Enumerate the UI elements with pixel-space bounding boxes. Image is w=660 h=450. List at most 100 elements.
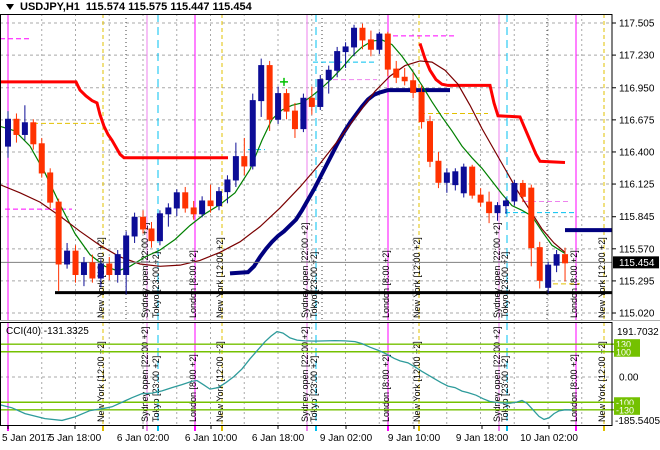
session-label: London [8:00 +2] [569,354,579,422]
candle-down [520,180,525,202]
candle-down [478,188,483,207]
candle-down [368,31,373,57]
session-label: Tokyo [23:00 +2] [309,356,319,422]
candle-down [39,138,44,178]
price-axis-label: 116.125 [619,180,655,191]
session-label: Sydney open [22:00 +2] [140,327,150,422]
session-lines-layer: New York [12:00 +2] New York [12:00 +2] Sy… [8,14,607,431]
trading-chart-window: USDJPY,H1 115.574 115.575 115.447 115.45… [0,0,660,450]
candle-up [166,203,171,226]
candle-up [157,210,162,245]
candle-up [512,180,517,206]
candle-up [124,231,129,294]
candle-down [309,87,314,115]
session-label: Tokyo [23:00 +2] [151,356,161,422]
candle-up [233,143,238,187]
candle-down [48,168,53,208]
cci-line [0,332,572,421]
cci-level-badge-text: 100 [616,347,631,357]
session-label: Tokyo [23:00 +2] [500,356,510,422]
candle-up [276,87,281,124]
time-axis-label: 9 Jan 02:00 [320,433,373,444]
candle-up [377,32,382,54]
candle-down [470,165,475,199]
candle-down [242,138,247,175]
candle-up [132,213,137,243]
candle-down [529,185,534,267]
candle-up [301,94,306,133]
time-axis-label: 5 Jan 18:00 [49,433,102,444]
candle-up [81,257,86,286]
candle-up [352,25,357,57]
time-axis-label: 6 Jan 02:00 [117,433,170,444]
cci-indicator-label: CCI(40) -131.3325 [6,326,89,337]
candle-down [292,103,297,138]
candle-down [183,187,188,213]
candle-up [174,189,179,216]
symbol-period-label: USDJPY,H1 [20,1,80,13]
candle-down [394,61,399,83]
candle-down [284,89,289,119]
candle-up [65,243,70,269]
time-axis-label: 9 Jan 18:00 [456,433,509,444]
price-axis-label: 117.230 [619,51,655,62]
price-axis-label: 115.020 [619,308,655,319]
candle-down [107,257,112,280]
session-label: New York [12:00 +2] [412,237,422,318]
candle-down [31,119,36,149]
ohlc-quotes-label: 115.574 115.575 115.447 115.454 [86,1,252,13]
candle-down [411,73,416,99]
session-label: New York [12:00 +2] [597,237,607,318]
candle-up [326,66,331,94]
chart-title-bar: USDJPY,H1 115.574 115.575 115.447 115.45… [0,0,660,14]
session-label: London [8:00 +2] [381,354,391,422]
candle-up [22,105,27,140]
time-axis-label: 5 Jan 2017 [2,433,52,444]
candle-down [402,68,407,86]
candle-up [6,111,11,158]
session-label: New York [12:00 +2] [215,237,225,318]
cci-level-badge-text: -130 [616,405,634,415]
session-label: London [8:00 +2] [381,250,391,318]
session-label: Tokyo [23:00 +2] [309,252,319,318]
price-axis-label: 115.295 [619,276,655,287]
session-label: London [8:00 +2] [188,354,198,422]
candle-up [200,196,205,217]
time-axis-label: 10 Jan 02:00 [520,433,578,444]
cci-max-label: 191.7032 [617,327,659,338]
candle-down [436,152,441,188]
candle-up [259,59,264,117]
plus-marker [280,78,288,86]
price-axis-label: 115.845 [619,212,655,223]
session-label: London [8:00 +2] [188,250,198,318]
current-price-badge-text: 115.454 [619,258,655,269]
candle-up [453,168,458,190]
candle-down [73,245,78,282]
price-axis-label: 116.950 [619,83,655,94]
price-axis-label: 115.570 [619,244,655,255]
candle-down [385,32,390,76]
candle-up [444,168,449,193]
candle-down [56,199,61,291]
candle-up [546,262,551,294]
candle-up [250,94,255,170]
price-axis-label: 116.675 [619,115,655,126]
cci-min-label: -185.5405 [615,416,660,427]
candle-down [90,255,95,283]
candle-up [225,175,230,203]
price-axis-label: 116.400 [619,147,655,158]
time-axis-label: 9 Jan 10:00 [388,433,441,444]
candle-down [428,116,433,167]
session-label: Tokyo [23:00 +2] [500,252,510,318]
stop-line-upper [420,43,565,162]
dropdown-arrow-icon[interactable] [6,4,14,10]
cci-zero-label: 0.00 [619,373,639,384]
candle-down [14,113,19,142]
candle-down [487,192,492,224]
chart-canvas[interactable]: New York [12:00 +2] New York [12:00 +2] Sy… [0,0,660,450]
candle-up [318,75,323,110]
session-label: Tokyo [23:00 +2] [151,252,161,318]
candle-down [208,185,213,213]
candle-up [461,164,466,198]
candle-down [537,242,542,289]
